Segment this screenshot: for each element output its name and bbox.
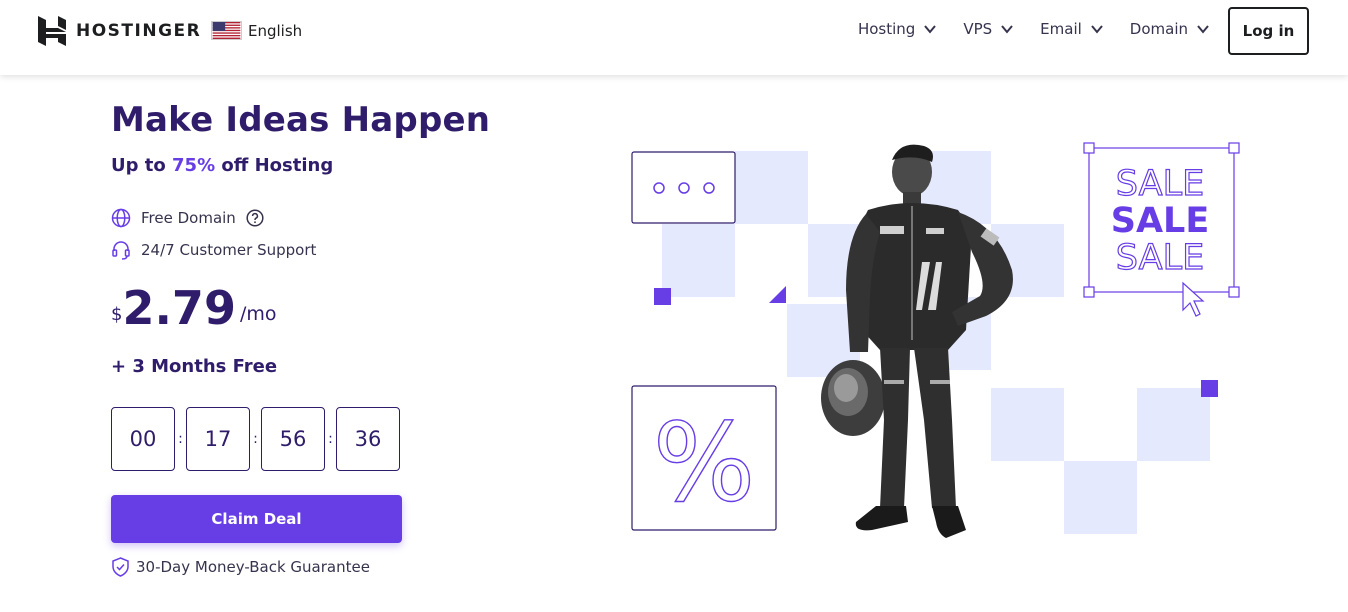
feature-free-domain: Free Domain: [111, 208, 264, 228]
nav-item-vps[interactable]: VPS: [963, 20, 1014, 38]
timer-seconds: 36: [336, 407, 400, 471]
price-currency: $: [111, 304, 123, 325]
language-selector[interactable]: English: [211, 21, 302, 40]
sale-selection-box: SALE SALE SALE: [1083, 142, 1240, 317]
feature-support: 24/7 Customer Support: [111, 240, 316, 260]
subtitle-suffix: off Hosting: [215, 155, 334, 176]
help-icon[interactable]: [246, 209, 264, 227]
nav-label: Email: [1040, 20, 1082, 38]
hero-title: Make Ideas Happen: [111, 100, 491, 140]
price-period: /mo: [239, 303, 277, 325]
timer-separator: :: [178, 431, 183, 447]
us-flag-icon: [211, 21, 242, 40]
chevron-down-icon: [1091, 25, 1103, 34]
chevron-down-icon: [924, 25, 937, 34]
timer-days: 00: [111, 407, 175, 471]
purple-triangle-accent: [769, 286, 786, 303]
sale-text-outline: SALE: [1116, 164, 1204, 204]
language-label: English: [248, 21, 303, 40]
money-back-guarantee: 30-Day Money-Back Guarantee: [111, 557, 370, 577]
brand-name: HOSTINGER: [76, 21, 202, 41]
guarantee-label: 30-Day Money-Back Guarantee: [136, 558, 370, 576]
chevron-down-icon: [1001, 25, 1013, 34]
hostinger-logo-icon: [38, 16, 66, 46]
timer-minutes: 56: [261, 407, 325, 471]
claim-deal-button[interactable]: Claim Deal: [111, 495, 402, 543]
chat-bubble-icon: [631, 151, 736, 224]
countdown-timer: 00 : 17 : 56 : 36: [111, 407, 400, 471]
nav-item-domain[interactable]: Domain: [1130, 20, 1210, 38]
bonus-offer: + 3 Months Free: [111, 356, 278, 377]
nav-label: Hosting: [857, 20, 916, 38]
chevron-down-icon: [1197, 25, 1209, 34]
hostinger-logo[interactable]: HOSTINGER: [38, 16, 201, 46]
nav-label: VPS: [963, 20, 993, 38]
hero-subtitle: Up to 75% off Hosting: [111, 155, 333, 176]
subtitle-prefix: Up to: [111, 155, 173, 176]
nav-item-hosting[interactable]: Hosting: [858, 20, 937, 38]
headset-icon: [112, 241, 130, 260]
discount-percent: 75%: [172, 155, 216, 176]
percent-symbol: %: [653, 401, 756, 526]
purple-square-accent: [1201, 380, 1218, 397]
timer-separator: :: [328, 431, 333, 447]
price-amount: 2.79: [122, 281, 236, 335]
percent-box: %: [631, 385, 777, 531]
nav-item-email[interactable]: Email: [1040, 20, 1104, 38]
feature-label: 24/7 Customer Support: [141, 241, 317, 259]
sale-text-solid: SALE: [1111, 201, 1210, 241]
main-nav: Hosting VPS Email Domain: [832, 20, 1210, 38]
feature-label: Free Domain: [141, 209, 236, 227]
globe-icon: [111, 208, 131, 228]
top-navbar: HOSTINGER English Hosting VPS Email Doma…: [0, 0, 1348, 75]
sale-text-outline: SALE: [1116, 238, 1204, 278]
purple-square-accent: [654, 288, 671, 305]
price-display: $ 2.79 /mo: [111, 285, 277, 333]
login-button[interactable]: Log in: [1228, 7, 1309, 55]
timer-separator: :: [253, 431, 258, 447]
timer-hours: 17: [186, 407, 250, 471]
shield-check-icon: [112, 557, 129, 577]
nav-label: Domain: [1129, 20, 1188, 38]
